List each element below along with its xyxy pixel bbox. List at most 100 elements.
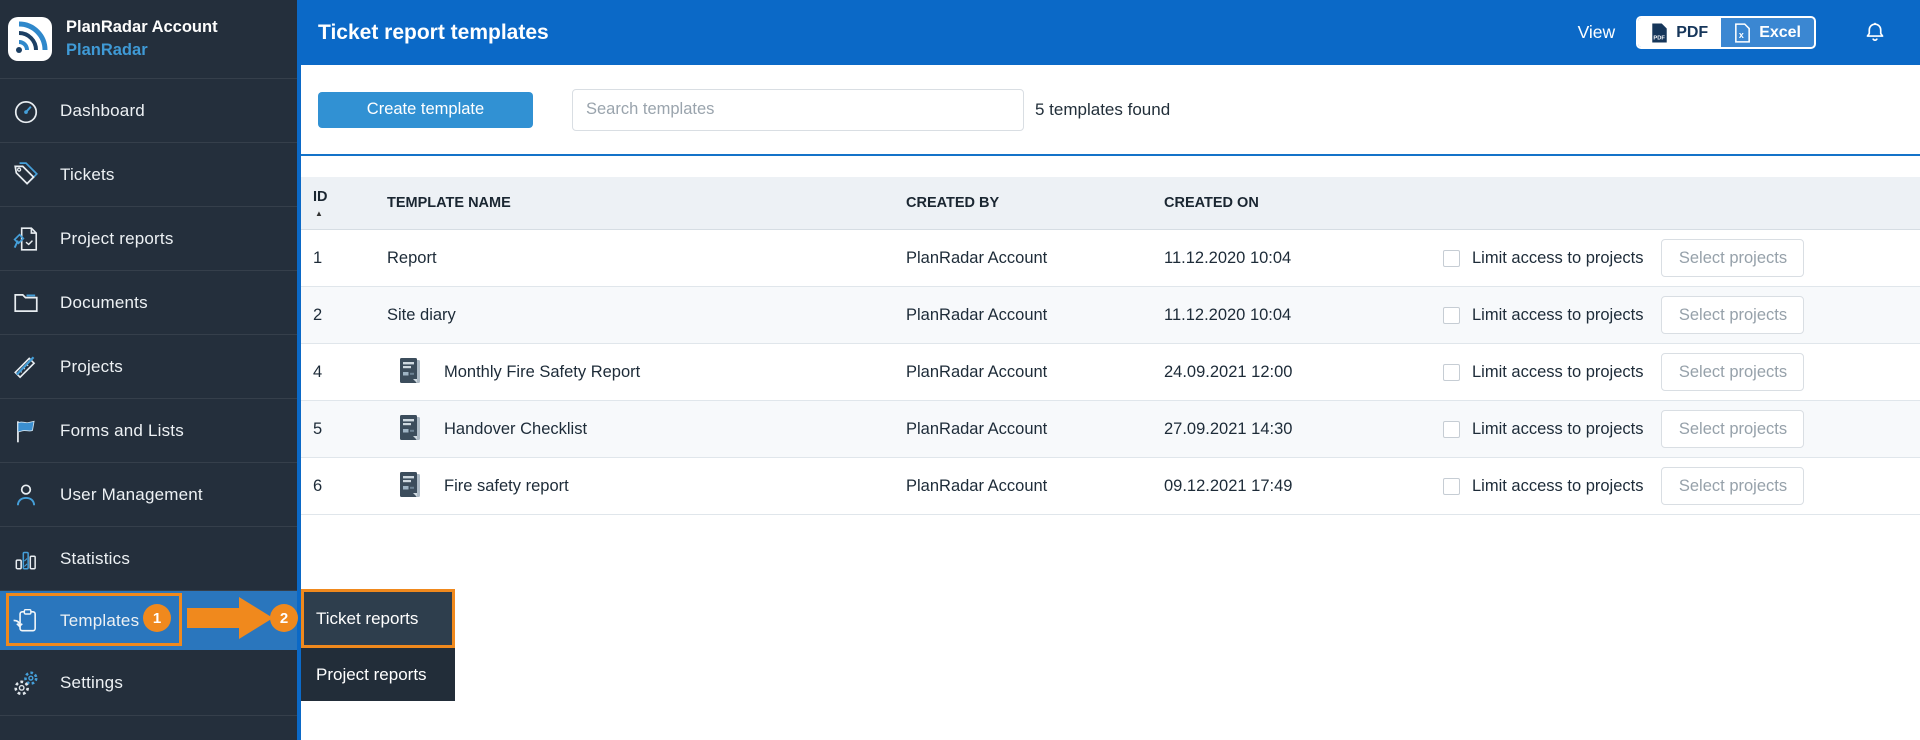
sidebar-item-settings[interactable]: Settings (0, 650, 297, 716)
table-row[interactable]: 5 Handover Checklist PlanRadar Account 2… (301, 401, 1920, 458)
page-title: Ticket report templates (318, 20, 549, 44)
select-projects-button[interactable]: Select projects (1661, 467, 1805, 505)
template-name: Monthly Fire Safety Report (444, 362, 641, 381)
created-on: 09.12.2021 17:49 (1164, 476, 1293, 495)
column-header-template-name[interactable]: TEMPLATE NAME (387, 177, 906, 229)
table-row[interactable]: 2 Site diary PlanRadar Account 11.12.202… (301, 287, 1920, 344)
submenu-item-label: Ticket reports (316, 608, 419, 628)
arrow-shaft (187, 608, 239, 628)
projects-ruler-pencil-icon (10, 351, 42, 383)
table-header-row: ID ▲ TEMPLATE NAME CREATED BY CREATED ON (301, 177, 1920, 230)
app-root: PlanRadar Account PlanRadar Dashboard Ti… (0, 0, 1920, 740)
row-id: 6 (313, 476, 323, 495)
limit-access-label: Limit access to projects (1472, 476, 1644, 495)
page-header: Ticket report templates View PDF PDF x E… (301, 0, 1920, 65)
results-count: 5 templates found (1035, 99, 1171, 119)
submenu-item-label: Project reports (316, 664, 427, 684)
created-by: PlanRadar Account (906, 305, 1048, 324)
sidebar-item-label: Project reports (60, 228, 174, 248)
sidebar-item-label: Tickets (60, 164, 115, 184)
select-projects-button[interactable]: Select projects (1661, 296, 1805, 334)
row-id: 1 (313, 248, 323, 267)
limit-access-label: Limit access to projects (1472, 419, 1644, 438)
sidebar-item-project-reports[interactable]: Project reports (0, 207, 297, 271)
dashboard-gauge-icon (10, 95, 42, 127)
submenu-item-ticket-reports[interactable]: Ticket reports (301, 589, 455, 648)
created-on: 11.12.2020 10:04 (1164, 305, 1292, 324)
excel-file-icon: x (1734, 22, 1751, 43)
limit-access-label: Limit access to projects (1472, 305, 1644, 324)
annotation-arrow: 2 (187, 597, 299, 639)
view-label: View (1577, 22, 1616, 42)
table-row[interactable]: 4 Monthly Fire Safety Report PlanRadar A… (301, 344, 1920, 401)
main-content: Ticket report templates View PDF PDF x E… (301, 0, 1920, 515)
planradar-logo-icon (8, 17, 52, 61)
row-id: 2 (313, 305, 323, 324)
column-header-id[interactable]: ID ▲ (301, 177, 387, 229)
svg-text:x: x (1739, 30, 1744, 40)
documents-folder-icon (10, 287, 42, 319)
templates-submenu: Ticket reports Project reports (301, 589, 455, 701)
report-template-icon (398, 414, 422, 444)
limit-access-checkbox[interactable] (1443, 363, 1460, 381)
sidebar-item-statistics[interactable]: Statistics (0, 527, 297, 591)
table-row[interactable]: 1 Report PlanRadar Account 11.12.2020 10… (301, 230, 1920, 287)
sidebar-item-label: Projects (60, 356, 124, 376)
sidebar-item-label: User Management (60, 484, 203, 504)
account-name: PlanRadar Account (66, 18, 218, 36)
user-management-icon (10, 479, 42, 511)
toolbar: Create template 5 templates found (301, 65, 1920, 156)
templates-table: ID ▲ TEMPLATE NAME CREATED BY CREATED ON… (301, 177, 1920, 515)
limit-access-checkbox[interactable] (1443, 420, 1460, 438)
annotation-step2-badge: 2 (270, 604, 298, 632)
table-row[interactable]: 6 Fire safety report PlanRadar Account 0… (301, 458, 1920, 515)
pdf-file-icon: PDF (1651, 23, 1668, 43)
sidebar-item-dashboard[interactable]: Dashboard (0, 79, 297, 143)
limit-access-label: Limit access to projects (1472, 248, 1644, 267)
sidebar-item-tickets[interactable]: Tickets (0, 143, 297, 207)
sidebar-item-label: Documents (60, 292, 148, 312)
settings-gears-icon (10, 667, 42, 699)
svg-text:PDF: PDF (1654, 35, 1666, 41)
row-id: 4 (313, 362, 323, 381)
select-projects-button[interactable]: Select projects (1661, 353, 1805, 391)
pdf-toggle-button[interactable]: PDF PDF (1638, 18, 1722, 47)
search-templates-input[interactable] (572, 88, 1024, 131)
report-template-icon (398, 471, 422, 501)
column-header-created-on[interactable]: CREATED ON (1164, 177, 1443, 229)
created-by: PlanRadar Account (906, 362, 1048, 381)
select-projects-button[interactable]: Select projects (1661, 239, 1805, 277)
limit-access-checkbox[interactable] (1443, 477, 1460, 495)
template-name: Report (387, 248, 437, 267)
sort-ascending-icon[interactable]: ▲ (315, 209, 323, 218)
sidebar-item-label: Statistics (60, 548, 131, 568)
forms-flag-icon (10, 415, 42, 447)
project-reports-icon (10, 223, 42, 255)
excel-toggle-button[interactable]: x Excel (1721, 18, 1814, 47)
notifications-bell-icon[interactable] (1863, 20, 1887, 46)
limit-access-checkbox[interactable] (1443, 306, 1460, 324)
sidebar-item-documents[interactable]: Documents (0, 271, 297, 335)
column-header-created-by[interactable]: CREATED BY (906, 177, 1164, 229)
submenu-item-project-reports[interactable]: Project reports (301, 648, 455, 701)
created-by: PlanRadar Account (906, 248, 1048, 267)
select-projects-button[interactable]: Select projects (1661, 410, 1805, 448)
sidebar-item-label: Forms and Lists (60, 420, 184, 440)
export-format-toggle: PDF PDF x Excel (1636, 16, 1816, 49)
sidebar-item-projects[interactable]: Projects (0, 335, 297, 399)
limit-access-checkbox[interactable] (1443, 249, 1460, 267)
sidebar-item-user-management[interactable]: User Management (0, 463, 297, 527)
template-name: Site diary (387, 305, 456, 324)
created-by: PlanRadar Account (906, 419, 1048, 438)
created-on: 27.09.2021 14:30 (1164, 419, 1293, 438)
created-on: 24.09.2021 12:00 (1164, 362, 1293, 381)
account-switcher[interactable]: PlanRadar Account PlanRadar (0, 0, 297, 79)
create-template-button[interactable]: Create template (318, 91, 533, 128)
annotation-step1-badge: 1 (143, 604, 171, 632)
sidebar-item-forms-and-lists[interactable]: Forms and Lists (0, 399, 297, 463)
sidebar-item-label: Settings (60, 672, 124, 692)
account-workspace: PlanRadar (66, 41, 148, 59)
sidebar-item-label: Dashboard (60, 100, 145, 120)
limit-access-label: Limit access to projects (1472, 362, 1644, 381)
row-id: 5 (313, 419, 323, 438)
